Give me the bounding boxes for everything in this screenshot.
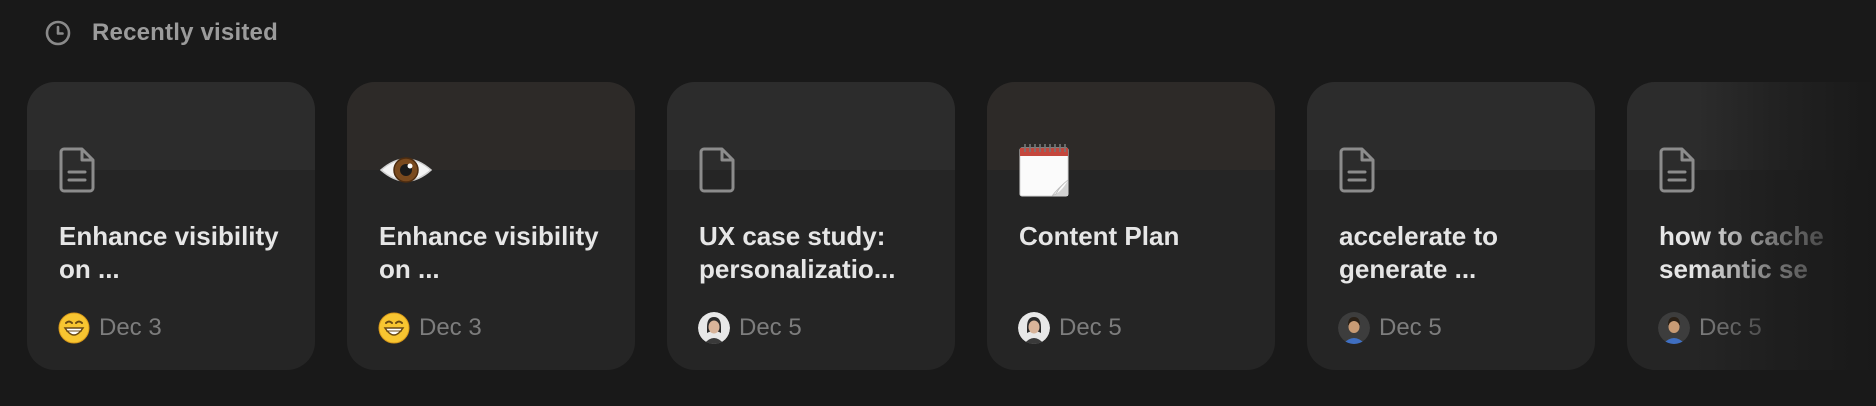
card-date: Dec 5 <box>1059 314 1122 341</box>
user-illustration-avatar <box>1658 312 1690 344</box>
recently-visited-section: Recently visited Enhance visibility on .… <box>0 0 1876 406</box>
section-header: Recently visited <box>44 14 278 52</box>
recent-page-card[interactable]: how to cache semantic se Dec 5 <box>1627 82 1876 370</box>
card-title: Content Plan <box>1019 221 1180 251</box>
card-meta: Dec 3 <box>58 312 162 344</box>
recent-page-card[interactable]: Content Plan Dec 5 <box>987 82 1275 370</box>
card-meta: Dec 5 <box>1658 312 1762 344</box>
section-title: Recently visited <box>92 19 278 46</box>
recent-page-card[interactable]: UX case study: personalizatio... Dec 5 <box>667 82 955 370</box>
card-date: Dec 3 <box>99 314 162 341</box>
document-icon <box>1658 142 1714 198</box>
card-title: how to cache semantic se <box>1659 221 1824 284</box>
clock-icon <box>45 20 71 46</box>
user-photo-avatar <box>1018 312 1050 344</box>
card-title: accelerate to generate ... <box>1339 221 1498 284</box>
document-icon <box>58 142 114 198</box>
user-photo-avatar <box>698 312 730 344</box>
card-meta: Dec 5 <box>698 312 802 344</box>
card-date: Dec 5 <box>739 314 802 341</box>
card-meta: Dec 3 <box>378 312 482 344</box>
grinning-emoji-avatar <box>58 312 90 344</box>
grinning-emoji-avatar <box>378 312 410 344</box>
card-date: Dec 5 <box>1379 314 1442 341</box>
notepad-emoji-icon <box>1018 142 1074 198</box>
recent-pages-carousel[interactable]: Enhance visibility on ... Dec 3 Enhance … <box>27 82 1876 370</box>
card-title: Enhance visibility on ... <box>59 221 279 284</box>
user-illustration-avatar <box>1338 312 1370 344</box>
eye-emoji-icon <box>378 142 434 198</box>
document-icon <box>698 142 754 198</box>
card-meta: Dec 5 <box>1338 312 1442 344</box>
card-meta: Dec 5 <box>1018 312 1122 344</box>
card-title: UX case study: personalizatio... <box>699 221 896 284</box>
document-icon <box>1338 142 1394 198</box>
recent-page-card[interactable]: Enhance visibility on ... Dec 3 <box>347 82 635 370</box>
card-title: Enhance visibility on ... <box>379 221 599 284</box>
card-date: Dec 5 <box>1699 314 1762 341</box>
card-date: Dec 3 <box>419 314 482 341</box>
recent-page-card[interactable]: accelerate to generate ... Dec 5 <box>1307 82 1595 370</box>
recent-page-card[interactable]: Enhance visibility on ... Dec 3 <box>27 82 315 370</box>
